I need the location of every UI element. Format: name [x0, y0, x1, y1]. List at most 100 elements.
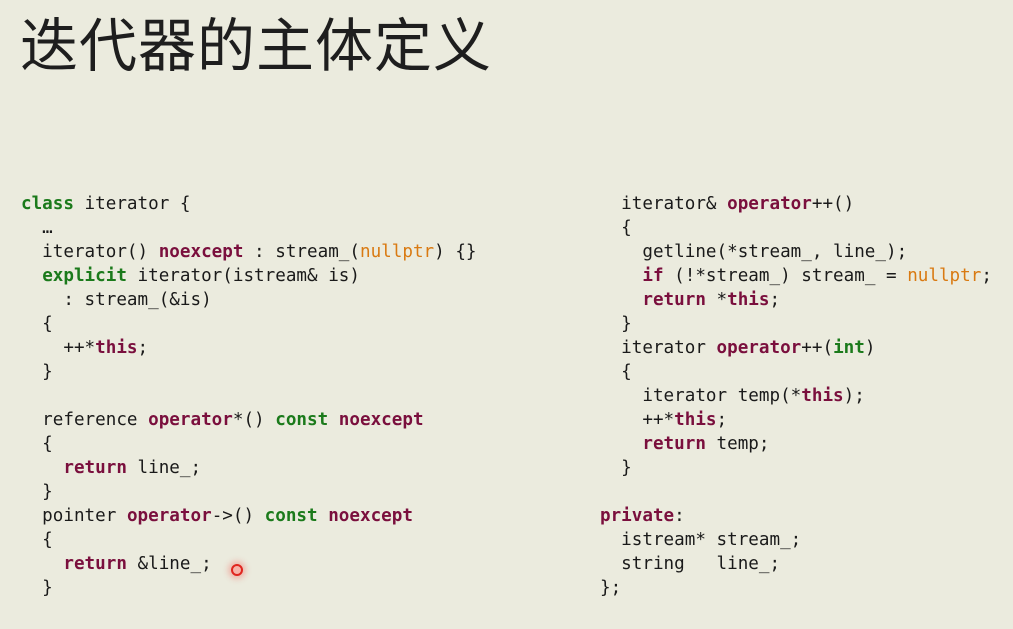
code-token: explicit [42, 266, 127, 286]
code-line: } [21, 360, 477, 384]
code-token: noexcept [328, 506, 413, 526]
code-line: istream* stream_; [600, 528, 992, 552]
code-token: : [674, 506, 685, 526]
code-token: { [21, 314, 53, 334]
code-block-right: iterator& operator++() { getline(*stream… [600, 192, 992, 600]
code-line: return temp; [600, 432, 992, 456]
code-token: { [600, 218, 632, 238]
code-token: } [21, 362, 53, 382]
code-token: ++* [600, 410, 675, 430]
code-token: nullptr [907, 266, 982, 286]
code-line: iterator operator++(int) [600, 336, 992, 360]
code-line: return &line_; [21, 552, 477, 576]
code-line: } [600, 456, 992, 480]
code-token: const [275, 410, 329, 430]
code-line: … [21, 216, 477, 240]
code-token: (!*stream_) stream_ = [663, 266, 908, 286]
code-line: } [21, 480, 477, 504]
code-line: reference operator*() const noexcept [21, 408, 477, 432]
code-token: string line_; [600, 554, 781, 574]
code-token: … [21, 218, 53, 238]
code-line: iterator temp(*this); [600, 384, 992, 408]
code-line: pointer operator->() const noexcept [21, 504, 477, 528]
code-token: iterator { [73, 194, 191, 214]
code-token: return [642, 434, 706, 454]
code-line: } [21, 576, 477, 600]
code-token: line_; [126, 458, 202, 478]
code-token: ->() [211, 506, 265, 526]
code-line: getline(*stream_, line_); [600, 240, 992, 264]
code-line: { [21, 432, 477, 456]
code-token: pointer [21, 506, 127, 526]
code-line: private: [600, 504, 992, 528]
code-token: { [21, 434, 53, 454]
code-line: } [600, 312, 992, 336]
code-token: this [801, 386, 844, 406]
slide-title: 迭代器的主体定义 [20, 12, 493, 80]
code-token: int [833, 338, 865, 358]
code-token: ; [716, 410, 728, 430]
code-token: class [21, 194, 74, 214]
code-token: this [95, 338, 138, 358]
code-token: iterator() [21, 242, 159, 262]
code-line: { [600, 216, 992, 240]
code-token: ) [864, 338, 876, 358]
code-token: getline(*stream_, line_); [600, 242, 908, 262]
code-line: if (!*stream_) stream_ = nullptr; [600, 264, 992, 288]
code-line: explicit iterator(istream& is) [21, 264, 477, 288]
code-token: operator [126, 506, 212, 526]
code-line: ++*this; [600, 408, 992, 432]
code-line: { [21, 528, 477, 552]
code-token: const [264, 506, 318, 526]
code-line: }; [600, 576, 992, 600]
code-token: } [21, 578, 53, 598]
code-token: nullptr [359, 242, 435, 262]
code-token: this [674, 410, 717, 430]
code-token: iterator temp(* [600, 386, 802, 406]
code-token: ); [843, 386, 865, 406]
code-token: ++() [811, 194, 855, 214]
code-block-left: class iterator { … iterator() noexcept :… [21, 192, 477, 600]
code-token: ) {} [434, 242, 477, 262]
code-line: return *this; [600, 288, 992, 312]
code-token: noexcept [338, 410, 424, 430]
code-line: { [600, 360, 992, 384]
code-token: ; [981, 266, 992, 286]
code-line: class iterator { [21, 192, 477, 216]
code-token: operator [716, 338, 802, 358]
code-token: { [600, 362, 632, 382]
code-token: *() [232, 410, 276, 430]
code-token: temp; [705, 434, 770, 454]
code-token: } [21, 482, 53, 502]
code-token: }; [600, 578, 622, 598]
code-token: } [600, 458, 632, 478]
code-token: reference [21, 410, 149, 430]
code-token: private [600, 506, 675, 526]
code-token: { [21, 530, 53, 550]
code-line: return line_; [21, 456, 477, 480]
code-line: { [21, 312, 477, 336]
code-token: &line_; [126, 554, 212, 574]
code-token: if [642, 266, 664, 286]
code-token: } [600, 314, 632, 334]
code-token: iterator& [600, 194, 728, 214]
code-line: string line_; [600, 552, 992, 576]
code-token: istream* stream_; [600, 530, 802, 550]
code-token: operator [727, 194, 812, 214]
code-token: : stream_(&is) [21, 290, 212, 310]
code-line: iterator& operator++() [600, 192, 992, 216]
code-token: iterator(istream& is) [126, 266, 360, 286]
code-token: * [705, 290, 728, 310]
code-token: ++( [801, 338, 834, 358]
code-token: : stream_( [243, 242, 360, 262]
code-token: return [63, 554, 127, 574]
code-line: ++*this; [21, 336, 477, 360]
